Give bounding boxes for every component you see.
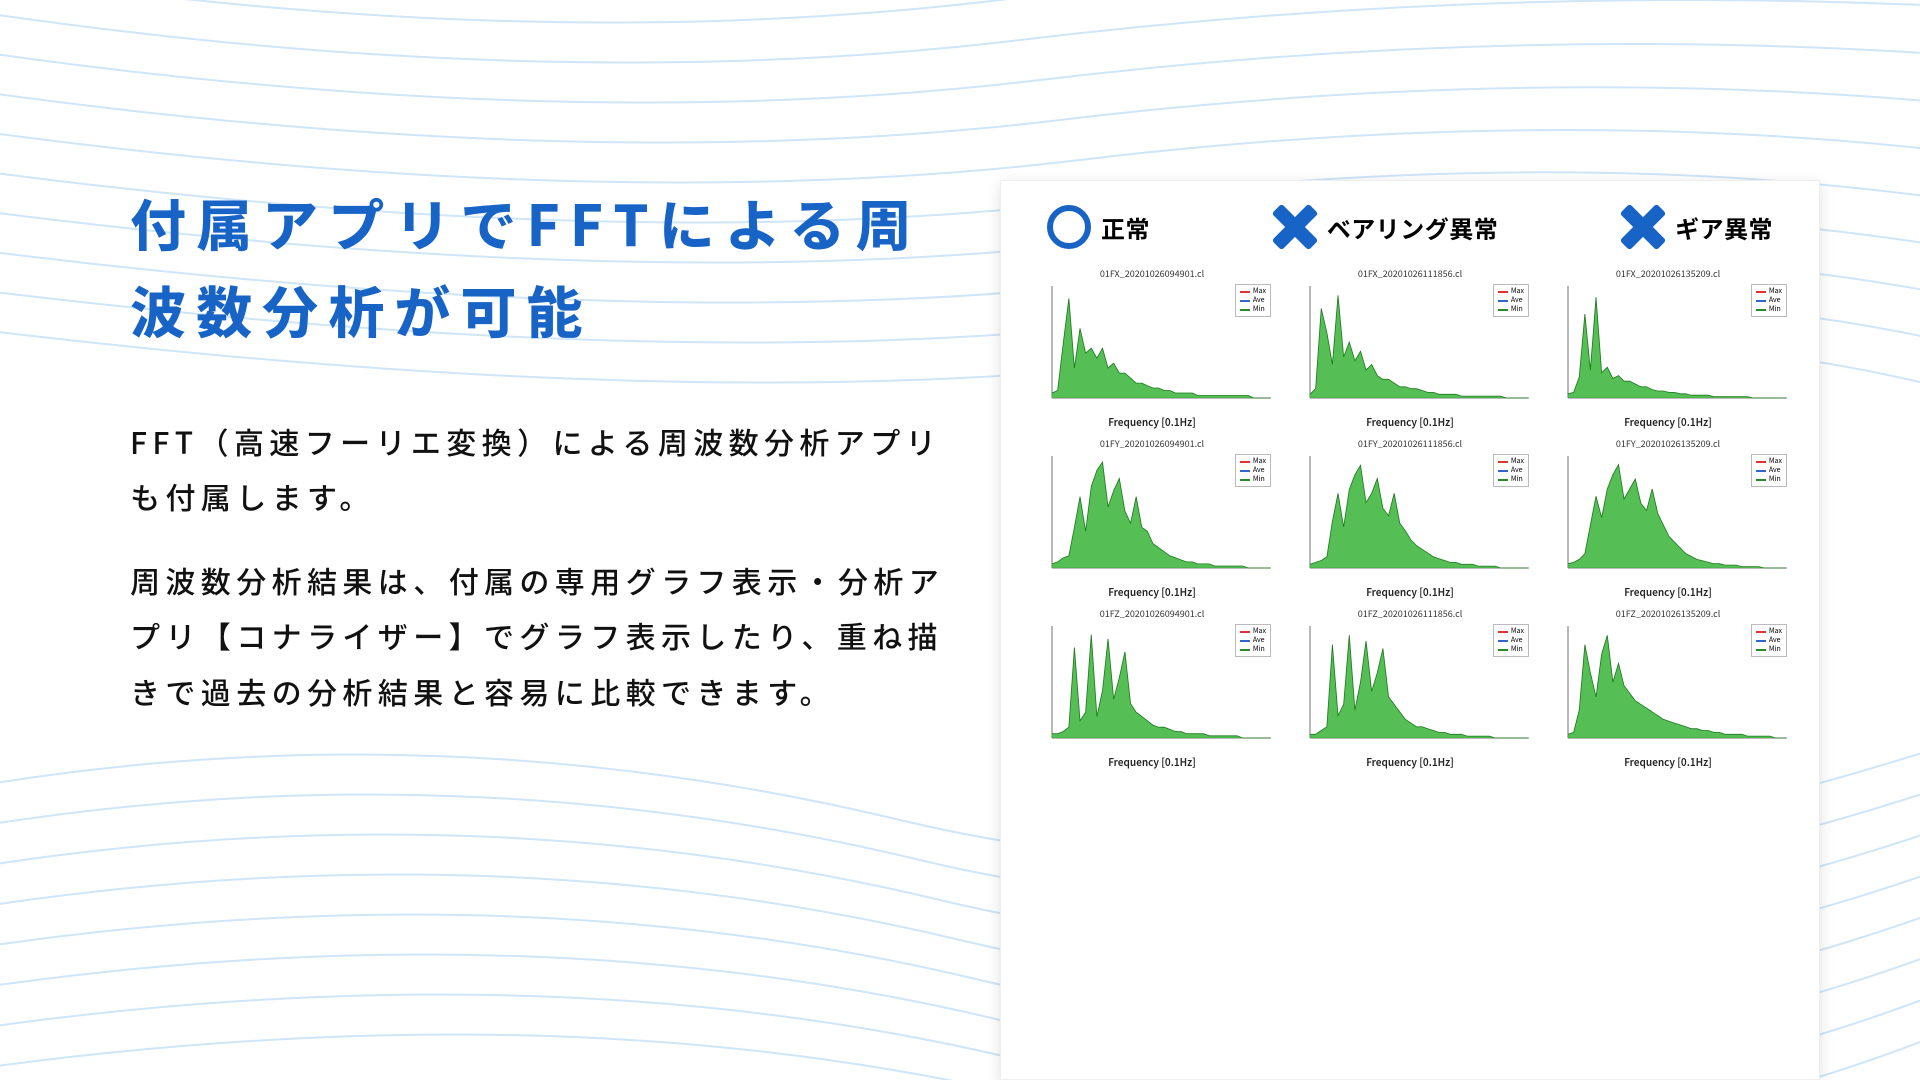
status-gear-abnormal: ギア異常 xyxy=(1621,205,1773,249)
chart-legend: Max Ave Min xyxy=(1751,284,1787,317)
chart-x-label: Frequency [0.1Hz] xyxy=(1285,414,1535,429)
circle-icon xyxy=(1047,205,1091,249)
chart-x-label: Frequency [0.1Hz] xyxy=(1027,584,1277,599)
page-title: 付属アプリでFFTによる周波数分析が可能 xyxy=(130,180,960,354)
cross-icon xyxy=(1273,205,1317,249)
fft-chart: 01FX_20201026111856.cl Max Ave Min Frequ… xyxy=(1285,267,1535,431)
chart-box: Max Ave Min xyxy=(1543,450,1793,580)
chart-box: Max Ave Min xyxy=(1027,450,1277,580)
chart-box: Max Ave Min xyxy=(1285,280,1535,410)
chart-legend: Max Ave Min xyxy=(1493,624,1529,657)
chart-legend: Max Ave Min xyxy=(1235,284,1271,317)
chart-title: 01FX_20201026094901.cl xyxy=(1027,267,1277,278)
chart-legend: Max Ave Min xyxy=(1751,624,1787,657)
chart-title: 01FZ_20201026111856.cl xyxy=(1285,607,1535,618)
fft-chart: 01FY_20201026111856.cl Max Ave Min Frequ… xyxy=(1285,437,1535,601)
chart-title: 01FX_20201026111856.cl xyxy=(1285,267,1535,278)
chart-panel: 正常 ベアリング異常 ギア異常 01FX_20201026094901.cl M… xyxy=(1000,180,1820,1080)
chart-title: 01FZ_20201026135209.cl xyxy=(1543,607,1793,618)
chart-title: 01FY_20201026111856.cl xyxy=(1285,437,1535,448)
chart-box: Max Ave Min xyxy=(1285,620,1535,750)
text-block: 付属アプリでFFTによる周波数分析が可能 FFT（高速フーリエ変換）による周波数… xyxy=(130,180,1000,1080)
chart-legend: Max Ave Min xyxy=(1235,624,1271,657)
fft-chart: 01FX_20201026094901.cl Max Ave Min Frequ… xyxy=(1027,267,1277,431)
chart-x-label: Frequency [0.1Hz] xyxy=(1543,414,1793,429)
paragraph-2: 周波数分析結果は、付属の専用グラフ表示・分析アプリ【コナライザー】でグラフ表示し… xyxy=(130,553,960,720)
fft-chart: 01FZ_20201026094901.cl Max Ave Min Frequ… xyxy=(1027,607,1277,771)
chart-title: 01FY_20201026135209.cl xyxy=(1543,437,1793,448)
status-label: 正常 xyxy=(1101,210,1150,245)
chart-x-label: Frequency [0.1Hz] xyxy=(1027,414,1277,429)
status-label: ベアリング異常 xyxy=(1327,210,1498,245)
paragraph-1: FFT（高速フーリエ変換）による周波数分析アプリも付属します。 xyxy=(130,414,960,525)
fft-chart: 01FY_20201026135209.cl Max Ave Min Frequ… xyxy=(1543,437,1793,601)
chart-title: 01FY_20201026094901.cl xyxy=(1027,437,1277,448)
status-normal: 正常 xyxy=(1047,205,1150,249)
status-label: ギア異常 xyxy=(1675,210,1773,245)
fft-chart: 01FZ_20201026135209.cl Max Ave Min Frequ… xyxy=(1543,607,1793,771)
chart-legend: Max Ave Min xyxy=(1493,454,1529,487)
status-bearing-abnormal: ベアリング異常 xyxy=(1273,205,1498,249)
chart-x-label: Frequency [0.1Hz] xyxy=(1027,754,1277,769)
cross-icon xyxy=(1621,205,1665,249)
chart-x-label: Frequency [0.1Hz] xyxy=(1543,754,1793,769)
fft-chart: 01FY_20201026094901.cl Max Ave Min Frequ… xyxy=(1027,437,1277,601)
chart-legend: Max Ave Min xyxy=(1493,284,1529,317)
chart-x-label: Frequency [0.1Hz] xyxy=(1285,584,1535,599)
chart-box: Max Ave Min xyxy=(1285,450,1535,580)
chart-title: 01FZ_20201026094901.cl xyxy=(1027,607,1277,618)
fft-chart: 01FZ_20201026111856.cl Max Ave Min Frequ… xyxy=(1285,607,1535,771)
chart-title: 01FX_20201026135209.cl xyxy=(1543,267,1793,278)
chart-legend: Max Ave Min xyxy=(1751,454,1787,487)
chart-grid: 01FX_20201026094901.cl Max Ave Min Frequ… xyxy=(1027,267,1793,771)
chart-x-label: Frequency [0.1Hz] xyxy=(1543,584,1793,599)
chart-legend: Max Ave Min xyxy=(1235,454,1271,487)
slide: 付属アプリでFFTによる周波数分析が可能 FFT（高速フーリエ変換）による周波数… xyxy=(0,0,1920,1080)
chart-box: Max Ave Min xyxy=(1543,280,1793,410)
chart-box: Max Ave Min xyxy=(1543,620,1793,750)
fft-chart: 01FX_20201026135209.cl Max Ave Min Frequ… xyxy=(1543,267,1793,431)
chart-box: Max Ave Min xyxy=(1027,620,1277,750)
chart-x-label: Frequency [0.1Hz] xyxy=(1285,754,1535,769)
chart-box: Max Ave Min xyxy=(1027,280,1277,410)
status-row: 正常 ベアリング異常 ギア異常 xyxy=(1027,205,1793,259)
